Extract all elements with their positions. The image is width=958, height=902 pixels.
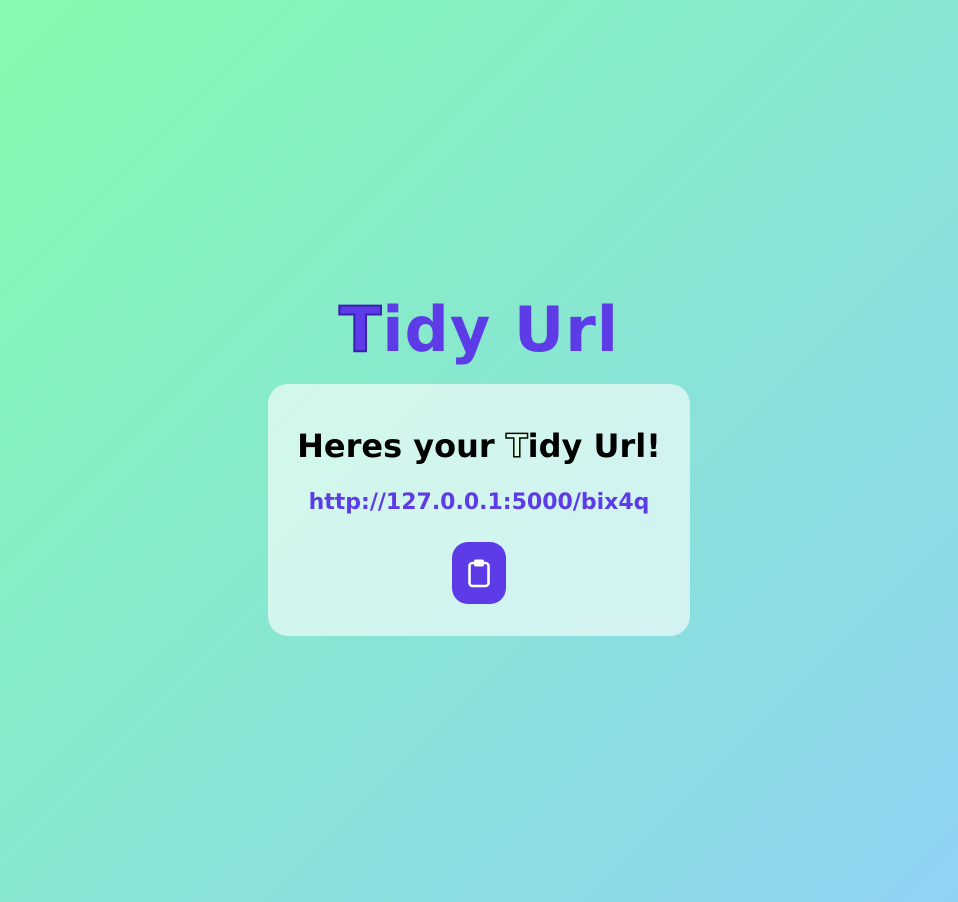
result-heading-start: Heres your xyxy=(297,427,506,465)
copy-button[interactable] xyxy=(452,542,506,604)
result-heading-letter: T xyxy=(505,426,528,466)
result-heading: Heres your Tidy Url! xyxy=(268,424,690,468)
app-title: Tidy Url xyxy=(0,292,958,368)
clipboard-icon xyxy=(467,558,491,588)
app-title-first-letter: T xyxy=(338,292,383,367)
short-url-link[interactable]: http://127.0.0.1:5000/bix4q xyxy=(268,486,690,520)
app-title-rest: idy Url xyxy=(382,293,620,366)
result-heading-end: idy Url! xyxy=(527,427,661,465)
